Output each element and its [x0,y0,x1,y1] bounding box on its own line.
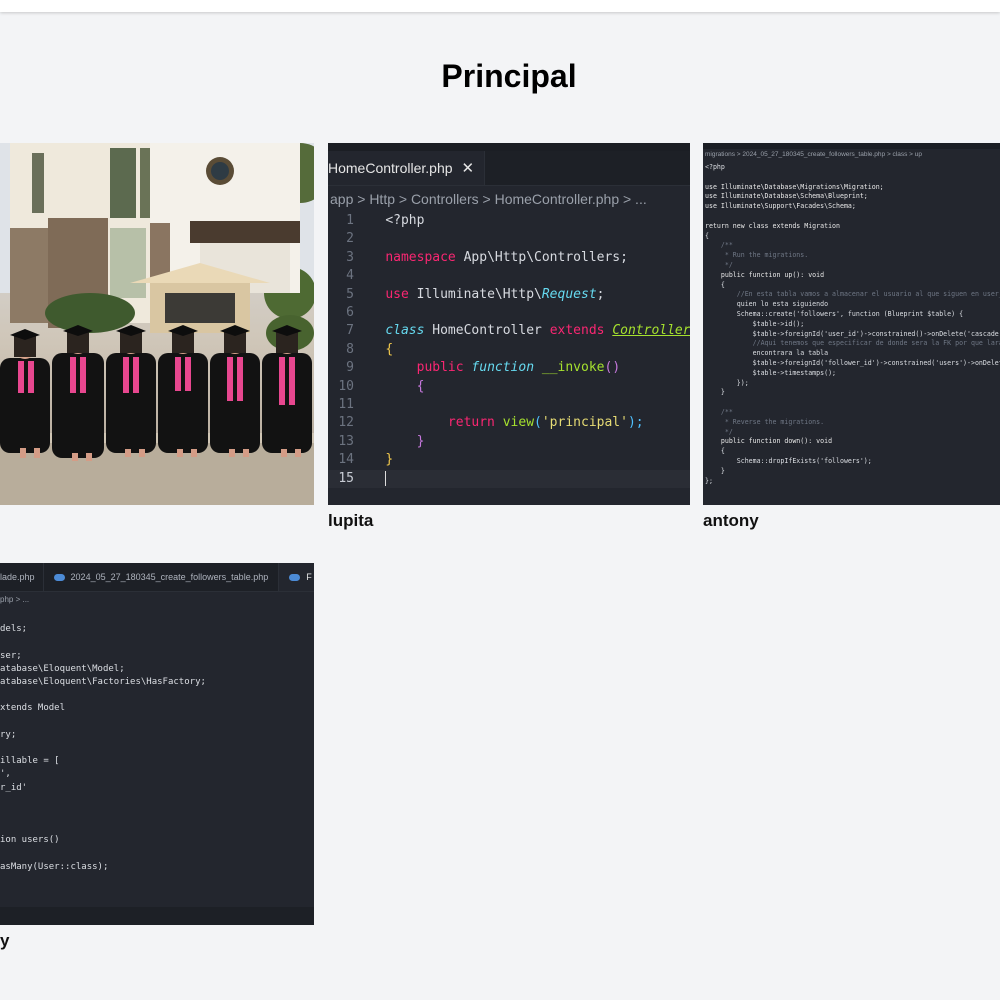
post-author-name: y [0,931,10,950]
post-card[interactable] [0,143,314,543]
code-area: 1 <?php 2 3 namespace App\Http\Controlle… [328,212,690,489]
code-line: }); [705,378,749,387]
code-line: $table->timestamps(); [705,368,837,377]
top-navbar [0,0,1000,12]
code-line: atabase\Eloquent\Model; [0,663,125,674]
code-line: $table->foreignId('follower_id')->constr… [752,358,1000,367]
code-line: * Reverse the migrations. [705,417,825,426]
code-line: * Run the migrations. [705,251,809,260]
code-line: illable = [ [0,756,60,767]
code-line: } [705,466,725,475]
code-line: return new class extends Migration [705,221,840,230]
code-line: { [705,447,725,456]
post-image[interactable]: HomeController.php ✕ app > Http > Contro… [328,143,690,505]
editor-tab: F [279,563,314,591]
code-line: */ [705,260,733,269]
code-line: atabase\Eloquent\Factories\HasFactory; [0,677,206,688]
code-line: Schema::dropIfExists('followers'); [705,456,872,465]
code-line: Schema::create('followers', function (Bl… [705,309,964,318]
editor-tab-label: HomeController.php [328,160,453,176]
code-line: public function down(): void [705,437,833,446]
code-line: xtends Model [0,703,66,714]
code-line: asMany(User::class); [0,861,109,872]
code-line: use Illuminate\Database\Migrations\Migra… [705,182,884,191]
close-icon: ✕ [461,160,475,177]
code-line: $table->id(); [705,319,805,328]
code-line: use Illuminate\Support\Facades\Schema; [705,202,856,211]
code-line: }; [705,476,713,485]
breadcrumb: app > Http > Controllers > HomeControlle… [330,191,647,207]
photo-illustration [0,143,314,505]
php-file-icon [289,573,301,581]
breadcrumb: php > ... [0,595,30,604]
post-author-name: antony [703,511,759,530]
graduates-photo [0,143,314,505]
post-card[interactable]: HomeController.php ✕ app > Http > Contro… [328,143,690,543]
code-line: $table->foreignId('user_id')->constraine… [705,329,1000,338]
code-line: ion users() [0,835,60,846]
code-line: public function up(): void [705,270,825,279]
code-line: ry; [0,729,17,740]
code-line: dels; [0,624,28,635]
editor-tab: 2024_05_27_180345_create_followers_table… [43,563,280,591]
editor-statusbar [0,907,314,925]
post-image[interactable]: lade.php 2024_05_27_180345_create_follow… [0,563,314,925]
post-image[interactable]: migrations > 2024_05_27_180345_create_fo… [703,143,1000,505]
code-line: { [705,231,709,240]
code-line: r_id' [0,782,28,793]
code-line: use Illuminate\Database\Schema\Blueprint… [705,192,868,201]
post-card[interactable]: lade.php 2024_05_27_180345_create_follow… [0,563,314,963]
code-area: dels; ser; atabase\Eloquent\Model; atabase… [0,608,314,887]
editor-tabbar: lade.php 2024_05_27_180345_create_follow… [0,563,314,592]
editor-tabbar: HomeController.php ✕ [328,151,690,186]
post-image[interactable] [0,143,314,505]
code-line: <?php [705,163,725,171]
code-line: /** [705,241,733,250]
code-line: ser; [0,650,22,661]
code-line: } [705,388,725,397]
code-line: ', [0,769,11,780]
code-line: encontrara la tabla [705,349,829,358]
php-file-icon [53,573,65,581]
code-line: /** [705,407,733,416]
post-card[interactable]: migrations > 2024_05_27_180345_create_fo… [703,143,1000,543]
code-area: <?php use Illuminate\Database\Migrations… [703,161,1000,486]
post-author-name: lupita [328,511,374,530]
code-line: { [705,280,725,289]
code-line: //Aqui tenemos que especificar de donde … [752,339,1000,348]
breadcrumb: migrations > 2024_05_27_180345_create_fo… [705,151,923,158]
editor-tab: lade.php [0,563,44,591]
code-line: */ [705,427,733,436]
editor-tab: HomeController.php ✕ [328,151,486,185]
code-line: quien lo esta siguiendo [705,300,829,309]
code-line: //En esta tabla vamos a almacenar el usu… [705,290,1000,299]
page-title: Principal [441,58,577,94]
